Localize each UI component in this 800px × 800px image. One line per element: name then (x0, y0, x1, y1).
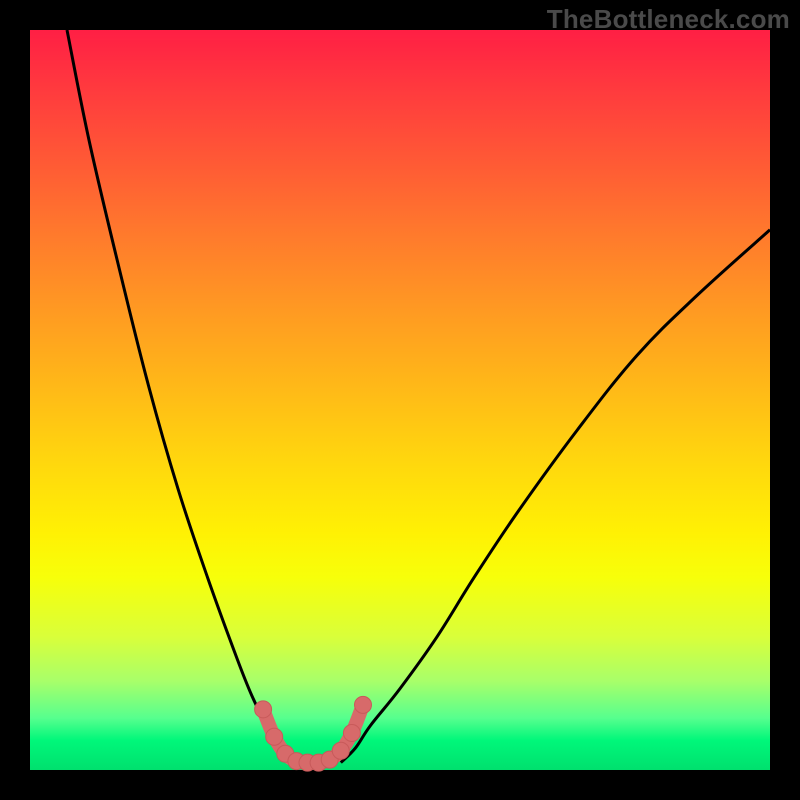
valley-marker (255, 701, 272, 718)
plot-area (30, 30, 770, 770)
bottleneck-curve-left (67, 30, 289, 763)
valley-marker (343, 725, 360, 742)
valley-markers-group (255, 696, 372, 771)
valley-marker (332, 742, 349, 759)
chart-frame: TheBottleneck.com (0, 0, 800, 800)
valley-marker (355, 696, 372, 713)
bottleneck-curve-right (341, 230, 770, 763)
valley-marker (266, 728, 283, 745)
curve-layer (30, 30, 770, 770)
